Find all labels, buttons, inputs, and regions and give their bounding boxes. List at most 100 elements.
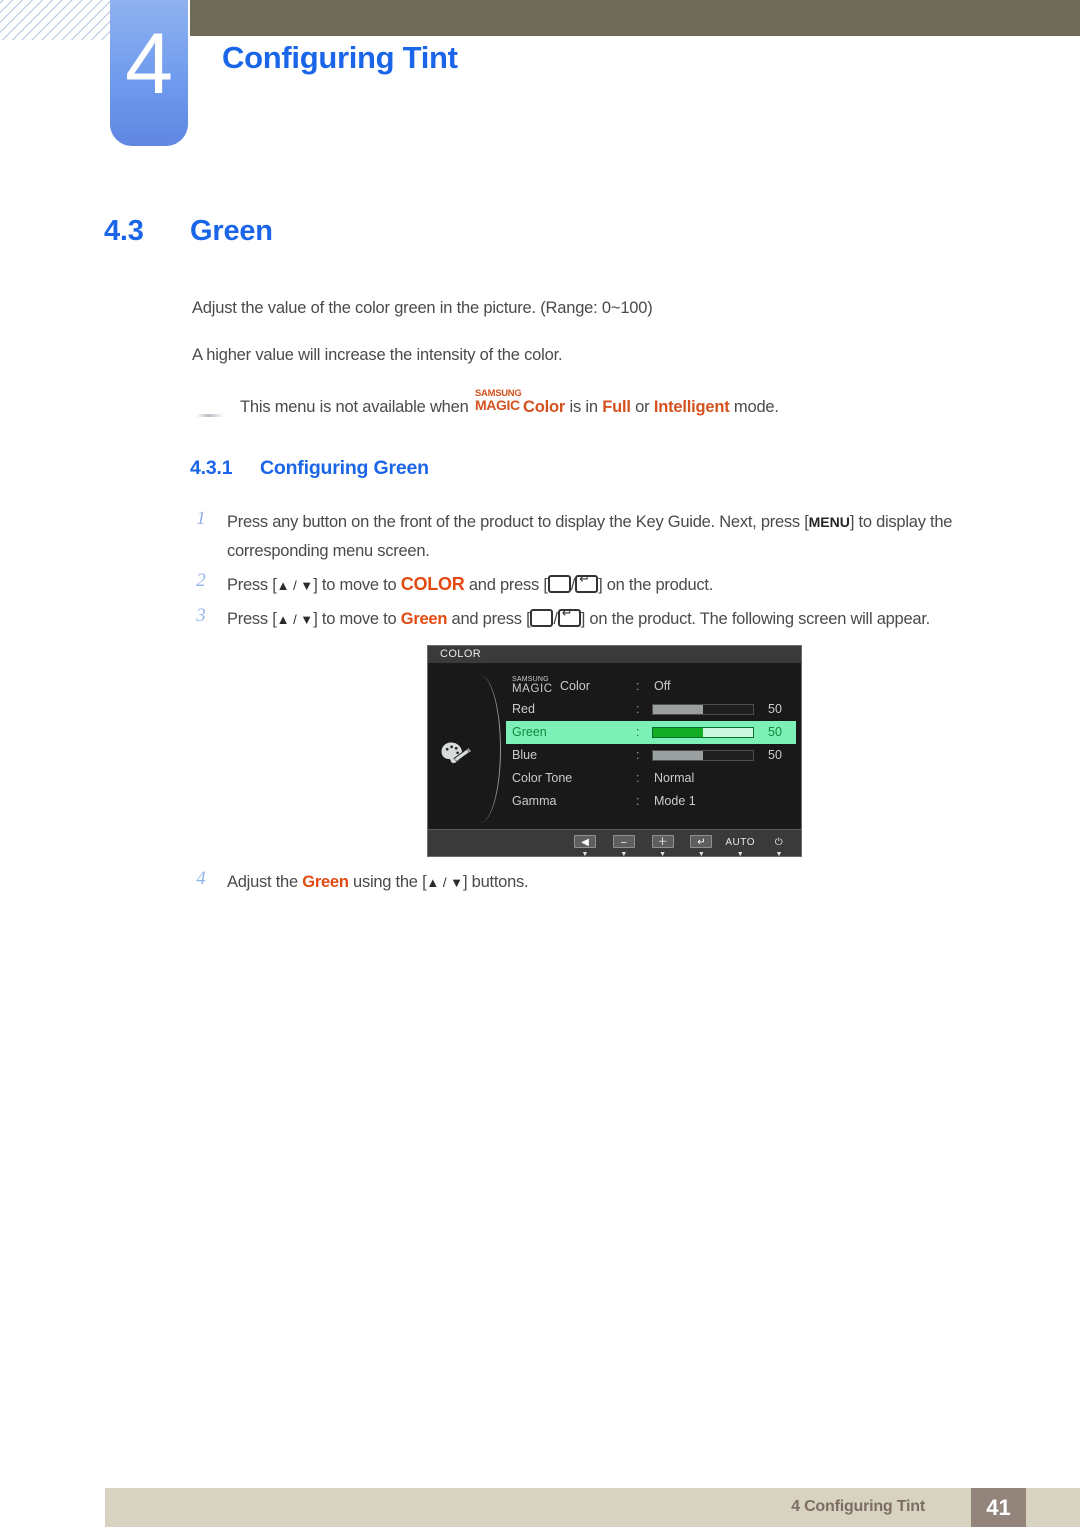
note-text-before: This menu is not available when xyxy=(240,398,469,416)
osd-row-magiccolor[interactable]: SAMSUNG MAGIC Color : Off xyxy=(506,675,796,698)
page-header: 4 Configuring Tint xyxy=(0,0,1080,160)
osd-colon-2: : xyxy=(636,725,640,739)
step-text-2: Press [▲ / ▼] to move to COLOR and press… xyxy=(227,570,713,600)
step3-part-b: ] to move to xyxy=(313,610,397,628)
logo-color-text: Color xyxy=(523,398,566,416)
section-paragraph-1: Adjust the value of the color green in t… xyxy=(192,299,653,317)
step1-part-a: Press any button on the front of the pro… xyxy=(227,513,809,531)
updown-arrows-icon-3: ▲ / ▼ xyxy=(276,612,314,627)
step-text-4: Adjust the Green using the [▲ / ▼] butto… xyxy=(227,868,529,897)
osd-row-red[interactable]: Red : 50 xyxy=(506,698,796,721)
hatch-decoration xyxy=(0,0,112,40)
note-mode-intelligent: Intelligent xyxy=(653,398,730,416)
section-title: Green xyxy=(190,215,273,247)
minus-icon: – xyxy=(612,835,635,848)
osd-row-color-tone[interactable]: Color Tone : Normal xyxy=(506,767,796,790)
auto-label: AUTO xyxy=(725,837,755,848)
footer-page-number: 41 xyxy=(971,1488,1026,1527)
osd-bar-blue[interactable] xyxy=(652,750,754,761)
section-paragraph-2: A higher value will increase the intensi… xyxy=(192,346,563,364)
osd-menu-screenshot: COLOR SAMSUNG MAGIC Color : Off Red: 50… xyxy=(427,645,802,859)
note-text-mid: is in xyxy=(569,398,598,416)
osd-button-bar: ◀ ▼ – ▼ ＋ ▼ ↵ ▼ AUTO ▼ ⏻ ▼ xyxy=(428,829,801,859)
enter-key-icon-3 xyxy=(557,606,581,627)
chevron-down-icon-1: ▼ xyxy=(620,851,628,858)
step3-part-a: Press [ xyxy=(227,610,277,628)
step-number-1: 1 xyxy=(196,508,206,529)
step4-part-b: using the [ xyxy=(353,873,427,891)
step4-part-c: ] buttons. xyxy=(462,873,529,891)
osd-colon-0: : xyxy=(636,679,640,693)
note-block: This menu is not available when SAMSUNG … xyxy=(192,389,1022,426)
source-key-icon-3 xyxy=(530,609,554,627)
menu-key-label: MENU xyxy=(808,514,850,530)
osd-label-green: Green xyxy=(512,725,547,739)
chevron-down-icon-5: ▼ xyxy=(775,851,783,858)
osd-back-button[interactable]: ◀ ▼ xyxy=(568,832,602,859)
step2-part-c: and press [ xyxy=(468,576,548,594)
osd-bar-green[interactable] xyxy=(652,727,754,738)
osd-value-magiccolor: Off xyxy=(654,679,671,693)
osd-auto-button[interactable]: AUTO ▼ xyxy=(723,832,757,859)
enter-icon: ↵ xyxy=(690,835,713,848)
chapter-tab: 4 xyxy=(110,0,188,146)
chapter-title: Configuring Tint xyxy=(222,40,458,75)
power-icon: ⏻ xyxy=(774,837,784,848)
section-heading: 4.3 Green xyxy=(104,215,273,248)
samsung-magic-logo-icon: SAMSUNG MAGIC xyxy=(475,389,523,414)
subsection-title: Configuring Green xyxy=(260,457,429,479)
osd-colon-3: : xyxy=(636,748,640,762)
note-text-after: mode. xyxy=(733,398,779,416)
note-text: This menu is not available when SAMSUNG … xyxy=(240,389,779,419)
osd-value-gamma: Mode 1 xyxy=(654,794,696,808)
chevron-down-icon-0: ▼ xyxy=(581,851,589,858)
osd-colon-5: : xyxy=(636,794,640,808)
back-icon: ◀ xyxy=(574,835,596,848)
step-number-2: 2 xyxy=(196,570,206,591)
header-olive-bar xyxy=(190,0,1080,36)
chapter-number: 4 xyxy=(125,16,173,112)
osd-value-green: 50 xyxy=(768,725,782,739)
osd-bar-red[interactable] xyxy=(652,704,754,715)
step-number-3: 3 xyxy=(196,605,206,626)
osd-power-button[interactable]: ⏻ ▼ xyxy=(762,832,796,859)
step2-part-a: Press [ xyxy=(227,576,277,594)
osd-body: SAMSUNG MAGIC Color : Off Red : 50 Green… xyxy=(428,663,801,830)
osd-value-red: 50 xyxy=(768,702,782,716)
osd-title: COLOR xyxy=(428,646,801,663)
osd-row-blue[interactable]: Blue : 50 xyxy=(506,744,796,767)
osd-plus-button[interactable]: ＋ ▼ xyxy=(646,832,680,859)
plus-icon: ＋ xyxy=(651,835,674,848)
osd-enter-button[interactable]: ↵ ▼ xyxy=(684,832,718,859)
osd-minus-button[interactable]: – ▼ xyxy=(607,832,641,859)
enter-key-icon-2 xyxy=(575,572,599,593)
step-text-3: Press [▲ / ▼] to move to Green and press… xyxy=(227,605,930,634)
step4-highlight: Green xyxy=(302,873,349,891)
step4-part-a: Adjust the xyxy=(227,873,298,891)
page-footer: 4 Configuring Tint 41 xyxy=(105,1488,1080,1527)
footer-chapter-label: 4 Configuring Tint xyxy=(791,1498,925,1515)
updown-arrows-icon-2: ▲ / ▼ xyxy=(276,578,314,593)
osd-row-green[interactable]: Green : 50 xyxy=(506,721,796,744)
step2-part-b: ] to move to xyxy=(313,576,397,594)
chevron-down-icon-3: ▼ xyxy=(697,851,705,858)
osd-value-blue: 50 xyxy=(768,748,782,762)
subsection-number: 4.3.1 xyxy=(190,457,233,479)
osd-colon-4: : xyxy=(636,771,640,785)
source-key-icon-2 xyxy=(547,575,571,593)
chevron-down-icon-2: ▼ xyxy=(659,851,667,858)
step3-part-c: and press [ xyxy=(451,610,531,628)
note-text-or: or xyxy=(635,398,650,416)
logo-magic-text: MAGIC xyxy=(475,397,520,413)
osd-label-red: Red xyxy=(512,702,535,716)
step-number-4: 4 xyxy=(196,868,206,889)
osd-button-group: ◀ ▼ – ▼ ＋ ▼ ↵ ▼ AUTO ▼ ⏻ ▼ xyxy=(568,832,796,859)
osd-magiccolor-label: SAMSUNG MAGIC Color xyxy=(512,675,642,698)
step2-highlight: COLOR xyxy=(400,574,465,594)
step3-highlight: Green xyxy=(400,610,448,628)
osd-row-gamma[interactable]: Gamma : Mode 1 xyxy=(506,790,796,813)
osd-value-color-tone: Normal xyxy=(654,771,695,785)
section-number: 4.3 xyxy=(104,215,144,247)
step2-part-d: ] on the product. xyxy=(598,576,714,594)
note-mode-full: Full xyxy=(602,398,631,416)
